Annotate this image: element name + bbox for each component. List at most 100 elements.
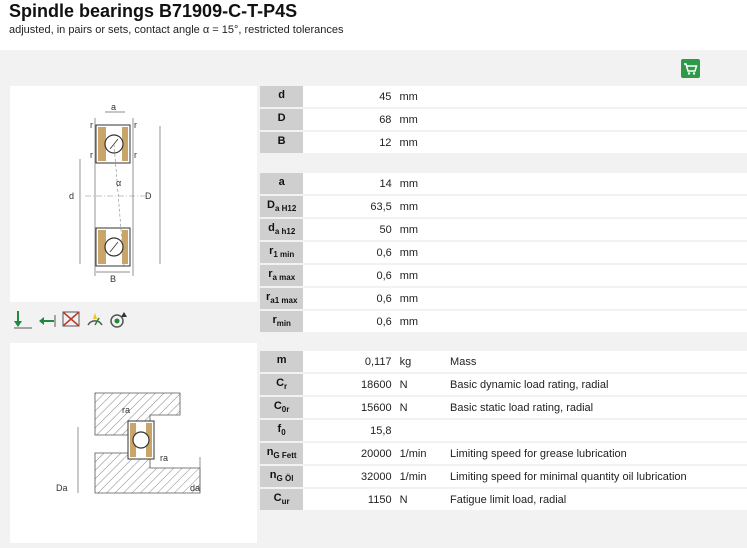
- param-symbol-subscript: G Öl: [276, 474, 294, 484]
- param-value: 20000: [303, 443, 396, 466]
- param-description: Limiting speed for minimal quantity oil …: [444, 466, 747, 489]
- bearing-symbol-row: [12, 309, 130, 331]
- param-value: 50: [303, 219, 396, 242]
- param-description: [444, 242, 747, 265]
- param-symbol: rmin: [260, 311, 304, 334]
- speed-icon: [87, 313, 103, 326]
- param-description: [444, 173, 747, 196]
- param-description: [444, 219, 747, 242]
- param-symbol-subscript: a1 max: [270, 296, 298, 306]
- label-alpha: α: [116, 178, 121, 188]
- param-symbol: r1 min: [260, 242, 304, 265]
- param-value: 14: [303, 173, 396, 196]
- param-symbol-subscript: a max: [272, 273, 296, 283]
- table-row: ra1 max 0,6 mm: [260, 288, 747, 311]
- table-row: rmin 0,6 mm: [260, 311, 747, 334]
- param-symbol: Cur: [260, 489, 304, 512]
- performance-rows: m 0,117 kg Mass Cr 18600 N Basic dynamic load r…: [260, 351, 747, 512]
- param-value: 0,6: [303, 242, 396, 265]
- param-value: 18600: [303, 374, 396, 397]
- param-symbol-main: B: [277, 135, 286, 148]
- label-a: a: [111, 102, 116, 112]
- param-unit: mm: [395, 132, 444, 155]
- param-symbol-main: m: [276, 354, 287, 367]
- param-symbol: da h12: [260, 219, 304, 242]
- no-separation-icon: [62, 311, 80, 327]
- param-description: Basic dynamic load rating, radial: [444, 374, 747, 397]
- param-symbol: B: [260, 132, 304, 155]
- param-symbol-main: C: [273, 400, 282, 413]
- param-unit: mm: [395, 86, 444, 109]
- param-symbol-main: d: [268, 222, 275, 235]
- shopping-cart-icon[interactable]: [681, 59, 700, 78]
- param-unit: 1/min: [395, 443, 445, 466]
- param-value: 12: [303, 132, 396, 155]
- param-symbol: m: [260, 351, 304, 374]
- param-description: [444, 196, 747, 219]
- param-symbol-main: C: [273, 492, 282, 505]
- param-unit: kg: [395, 351, 445, 374]
- param-description: Fatigue limit load, radial: [444, 489, 747, 512]
- table-row: ra max 0,6 mm: [260, 265, 747, 288]
- param-unit: mm: [395, 265, 445, 288]
- table-row: m 0,117 kg Mass: [260, 351, 747, 374]
- table-row: D 68 mm: [260, 109, 747, 132]
- param-description: Limiting speed for grease lubrication: [444, 443, 747, 466]
- table-row: Cur 1150 N Fatigue limit load, radial: [260, 489, 747, 512]
- param-symbol-subscript: 1 min: [273, 250, 295, 260]
- param-value: 1150: [303, 489, 396, 512]
- param-symbol-subscript: a h12: [274, 227, 296, 237]
- param-unit: N: [395, 397, 445, 420]
- table-row: da h12 50 mm: [260, 219, 747, 242]
- performance-table: m 0,117 kg Mass Cr 18600 N Basic dynamic load r…: [260, 351, 747, 512]
- param-description: Basic static load rating, radial: [444, 397, 747, 420]
- label-d: d: [69, 191, 74, 201]
- param-symbol-subscript: 0: [281, 428, 286, 438]
- param-unit: mm: [395, 311, 445, 334]
- param-description: [443, 86, 747, 109]
- param-symbol-subscript: ur: [281, 497, 290, 507]
- grease-icon: [110, 312, 127, 328]
- param-unit: mm: [395, 196, 445, 219]
- dimensions-rows: d 45 mm D 68 mm B 12 mm: [260, 86, 747, 155]
- param-symbol-subscript: G Fett: [273, 451, 297, 461]
- param-value: 45: [303, 86, 396, 109]
- param-unit: [395, 420, 445, 443]
- label-r: r: [90, 150, 93, 160]
- table-row: Cr 18600 N Basic dynamic load rating, radia…: [260, 374, 747, 397]
- mounting-dimension-drawing: ra ra Da da: [10, 343, 257, 543]
- dimensions-table: d 45 mm D 68 mm B 12 mm: [260, 86, 747, 155]
- mounting-dimensions-rows: a 14 mm Da H12 63,5 mm da h12 50 mm r1 min 0,6 mm ra…: [260, 173, 747, 334]
- param-value: 0,6: [303, 265, 396, 288]
- param-symbol-main: n: [269, 469, 277, 482]
- label-da: da: [190, 483, 200, 493]
- param-symbol-subscript: 0r: [281, 405, 290, 415]
- page-subtitle: adjusted, in pairs or sets, contact angl…: [9, 24, 344, 36]
- param-unit: mm: [395, 173, 445, 196]
- mounting-dimensions-table: a 14 mm Da H12 63,5 mm da h12 50 mm r1 min 0,6 mm ra…: [260, 173, 747, 334]
- param-symbol-main: C: [276, 377, 285, 390]
- param-symbol: Cr: [260, 374, 304, 397]
- table-row: f0 15,8: [260, 420, 747, 443]
- label-r: r: [134, 120, 137, 130]
- param-unit: N: [395, 374, 445, 397]
- param-symbol: Da H12: [260, 196, 304, 219]
- param-symbol-main: d: [278, 89, 285, 102]
- table-row: nG Fett 20000 1/min Limiting speed for grea…: [260, 443, 747, 466]
- param-symbol-main: a: [278, 176, 285, 189]
- table-row: B 12 mm: [260, 132, 747, 155]
- table-row: a 14 mm: [260, 173, 747, 196]
- label-B: B: [110, 274, 116, 284]
- label-r: r: [90, 120, 93, 130]
- param-symbol: f0: [260, 420, 304, 443]
- param-value: 15600: [303, 397, 396, 420]
- param-value: 32000: [303, 466, 396, 489]
- param-value: 63,5: [303, 196, 396, 219]
- param-unit: mm: [395, 288, 445, 311]
- param-description: [444, 265, 747, 288]
- param-unit: mm: [395, 242, 445, 265]
- param-unit: N: [395, 489, 445, 512]
- param-symbol-main: D: [267, 199, 275, 212]
- label-ra: ra: [122, 405, 130, 415]
- param-symbol: d: [260, 86, 304, 109]
